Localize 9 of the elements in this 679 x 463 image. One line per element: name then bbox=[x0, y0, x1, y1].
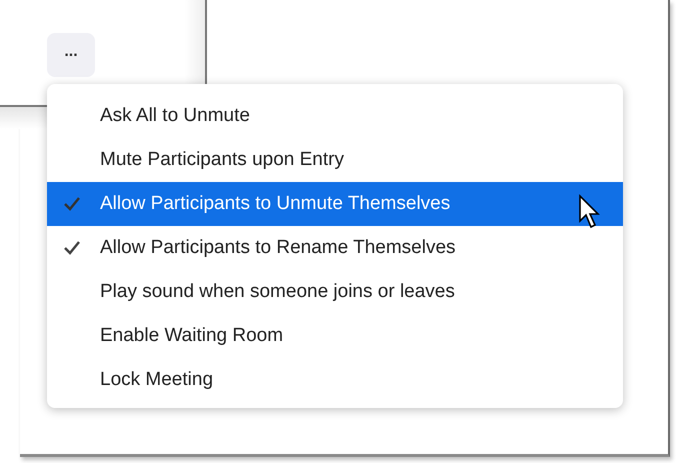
menu-item[interactable]: Lock Meeting bbox=[47, 358, 623, 402]
menu-item[interactable]: Allow Participants to Rename Themselves bbox=[47, 226, 623, 270]
menu-item[interactable]: Enable Waiting Room bbox=[47, 314, 623, 358]
mouse-pointer-icon bbox=[578, 194, 602, 230]
menu-item[interactable]: Mute Participants upon Entry bbox=[47, 138, 623, 182]
menu-item[interactable]: Allow Participants to Unmute Themselves bbox=[47, 182, 623, 226]
menu-item[interactable]: Ask All to Unmute bbox=[47, 94, 623, 138]
more-button[interactable]: ... bbox=[47, 33, 95, 77]
menu-item[interactable]: Play sound when someone joins or leaves bbox=[47, 270, 623, 314]
